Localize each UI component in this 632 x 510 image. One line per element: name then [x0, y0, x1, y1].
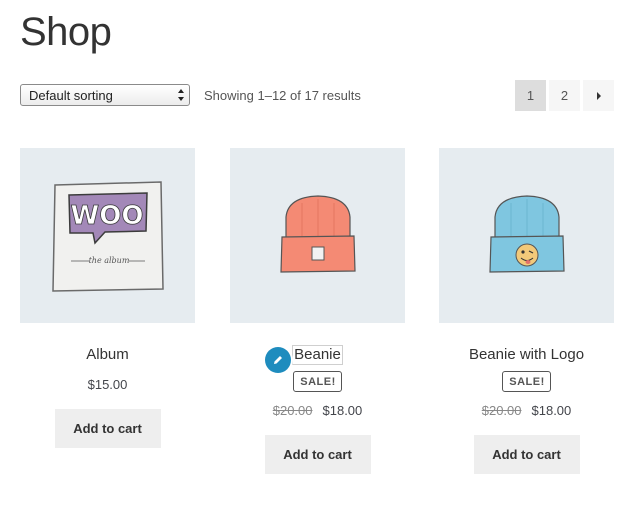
select-arrows-icon: [178, 89, 184, 101]
album-subtitle-text: the album: [88, 256, 129, 265]
blue-beanie-image: [488, 194, 565, 273]
regular-price: $20.00: [272, 403, 313, 418]
add-to-cart-button-beanie[interactable]: Add to cart: [264, 435, 371, 474]
red-beanie-image: [279, 194, 356, 273]
product-card-beanie: Beanie SALE! $20.00 $18.00 Add to cart: [230, 148, 405, 474]
page-2-button[interactable]: 2: [549, 80, 580, 111]
sale-price: $18.00: [322, 403, 363, 418]
product-image-beanie-with-logo[interactable]: [439, 148, 614, 323]
page-title: Shop: [20, 10, 112, 54]
page-1-button[interactable]: 1: [515, 80, 546, 111]
album-cover-image: WOO the album: [51, 180, 164, 292]
add-to-cart-button-album[interactable]: Add to cart: [54, 409, 161, 448]
next-page-button[interactable]: [583, 80, 614, 111]
pencil-icon: [274, 356, 282, 364]
current-price: $15.00: [87, 377, 128, 392]
product-card-beanie-with-logo: Beanie with Logo SALE! $20.00 $18.00 Add …: [439, 148, 614, 474]
shop-toolbar: Default sorting Showing 1–12 of 17 resul…: [20, 80, 614, 111]
pagination: 1 2: [512, 80, 614, 111]
product-title-beanie-with-logo[interactable]: Beanie with Logo: [468, 346, 585, 364]
album-logo-text: WOO: [70, 201, 143, 231]
product-card-album: WOO the album Album $15.00 Add to cart: [20, 148, 195, 448]
chevron-right-icon: [596, 91, 601, 100]
regular-price: $20.00: [481, 403, 522, 418]
add-to-cart-button-beanie-with-logo[interactable]: Add to cart: [473, 435, 580, 474]
product-price-beanie: $20.00 $18.00: [230, 403, 405, 418]
sale-price: $18.00: [531, 403, 572, 418]
product-image-beanie[interactable]: [230, 148, 405, 323]
product-title-beanie[interactable]: Beanie: [292, 345, 343, 365]
sorting-select-value: Default sorting: [29, 88, 113, 103]
product-title-album[interactable]: Album: [85, 346, 130, 364]
sale-badge: SALE!: [502, 371, 551, 392]
sale-badge: SALE!: [293, 371, 342, 392]
product-image-album[interactable]: WOO the album: [20, 148, 195, 323]
edit-shortcut-button[interactable]: [265, 347, 291, 373]
sorting-select[interactable]: Default sorting: [20, 84, 190, 106]
product-price-album: $15.00: [20, 377, 195, 392]
result-count: Showing 1–12 of 17 results: [204, 88, 361, 103]
product-price-beanie-with-logo: $20.00 $18.00: [439, 403, 614, 418]
